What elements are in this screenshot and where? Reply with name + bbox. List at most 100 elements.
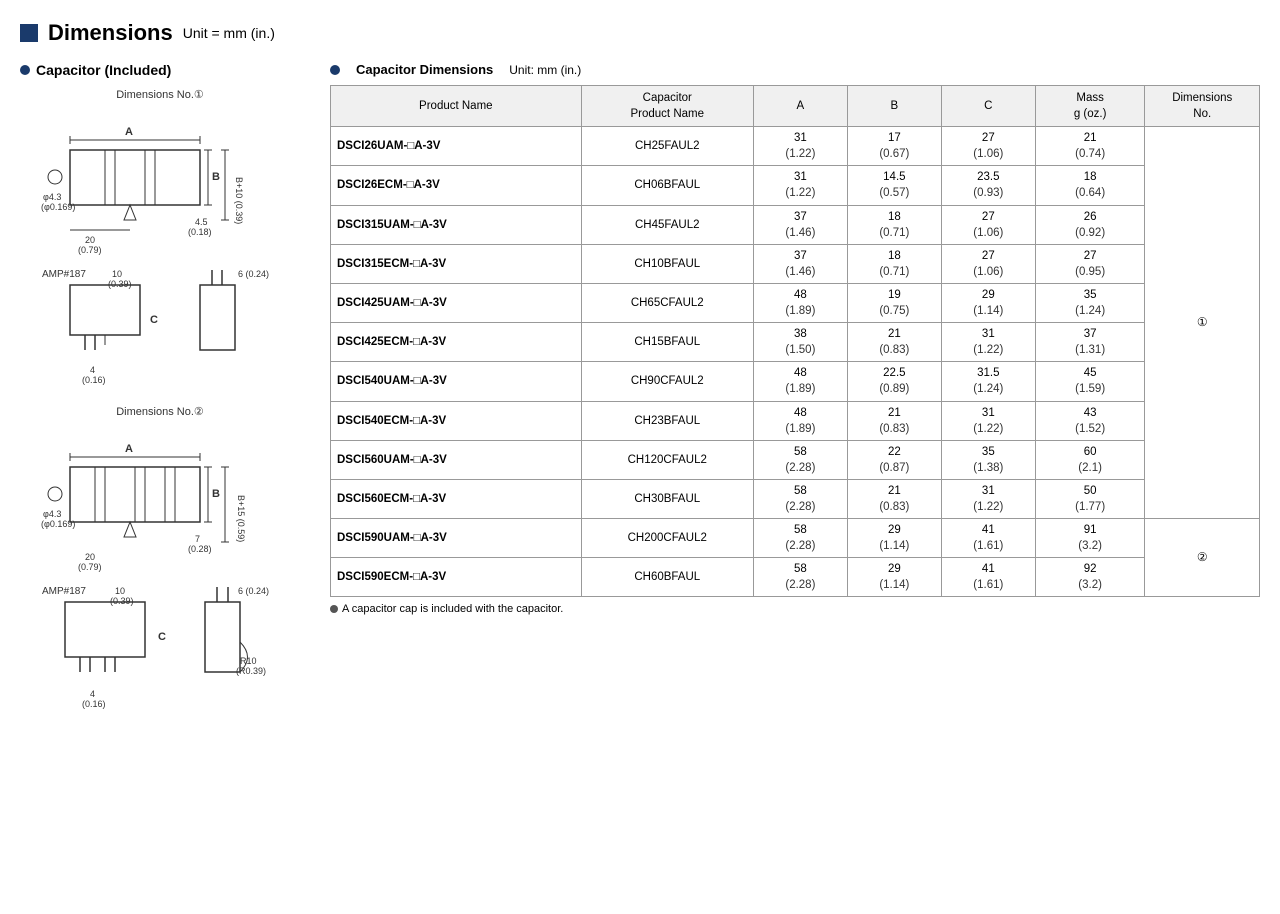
- diagram-group-2: Dimensions No.② φ4.3 (φ0.169: [20, 405, 300, 712]
- cell-product-name: DSCI560ECM-□A-3V: [331, 479, 582, 518]
- cell-c: 31(1.22): [941, 323, 1035, 362]
- cell-cap-product-name: CH23BFAUL: [581, 401, 753, 440]
- svg-text:6 (0.24): 6 (0.24): [238, 586, 269, 596]
- cell-product-name: DSCI540ECM-□A-3V: [331, 401, 582, 440]
- cell-mass: 35(1.24): [1035, 283, 1145, 322]
- cell-mass: 37(1.31): [1035, 323, 1145, 362]
- footnote-circle-icon: [330, 605, 338, 613]
- diagram-2b-svg: AMP#187 R10 (R0.39) 10: [40, 582, 280, 712]
- svg-text:B: B: [212, 171, 220, 183]
- table-row: DSCI560UAM-□A-3VCH120CFAUL258(2.28)22(0.…: [331, 440, 1260, 479]
- table-row: DSCI540ECM-□A-3VCH23BFAUL48(1.89)21(0.83…: [331, 401, 1260, 440]
- cell-cap-product-name: CH90CFAUL2: [581, 362, 753, 401]
- svg-text:C: C: [158, 631, 166, 643]
- cell-b: 14.5(0.57): [847, 166, 941, 205]
- svg-text:φ4.3: φ4.3: [43, 509, 61, 519]
- diagram-group-1: Dimensions No.① φ4.3 (φ0.169): [20, 88, 300, 385]
- cell-b: 21(0.83): [847, 323, 941, 362]
- left-panel: Capacitor (Included) Dimensions No.①: [20, 62, 300, 732]
- svg-text:(R0.39): (R0.39): [236, 666, 266, 676]
- table-row: DSCI540UAM-□A-3VCH90CFAUL248(1.89)22.5(0…: [331, 362, 1260, 401]
- cell-a: 58(2.28): [753, 440, 847, 479]
- table-row: DSCI26ECM-□A-3VCH06BFAUL31(1.22)14.5(0.5…: [331, 166, 1260, 205]
- cell-product-name: DSCI425UAM-□A-3V: [331, 283, 582, 322]
- svg-text:(0.16): (0.16): [82, 375, 106, 385]
- cell-a: 48(1.89): [753, 283, 847, 322]
- th-c: C: [941, 86, 1035, 127]
- cell-mass: 43(1.52): [1035, 401, 1145, 440]
- cell-c: 29(1.14): [941, 283, 1035, 322]
- cell-product-name: DSCI560UAM-□A-3V: [331, 440, 582, 479]
- bullet-circle-icon: [20, 65, 30, 75]
- cell-c: 31.5(1.24): [941, 362, 1035, 401]
- cell-mass: 27(0.95): [1035, 244, 1145, 283]
- table-row: DSCI26UAM-□A-3VCH25FAUL231(1.22)17(0.67)…: [331, 127, 1260, 166]
- cell-cap-product-name: CH65CFAUL2: [581, 283, 753, 322]
- cap-dims-title: Capacitor Dimensions: [356, 62, 493, 77]
- cap-dims-unit: Unit: mm (in.): [509, 63, 581, 77]
- cell-cap-product-name: CH10BFAUL: [581, 244, 753, 283]
- cell-mass: 50(1.77): [1035, 479, 1145, 518]
- cell-mass: 26(0.92): [1035, 205, 1145, 244]
- th-dim-no: DimensionsNo.: [1145, 86, 1260, 127]
- svg-text:7: 7: [195, 534, 200, 544]
- cell-a: 37(1.46): [753, 205, 847, 244]
- cell-mass: 45(1.59): [1035, 362, 1145, 401]
- footnote-text: A capacitor cap is included with the cap…: [342, 603, 563, 615]
- cell-mass: 92(3.2): [1035, 558, 1145, 597]
- cell-b: 22.5(0.89): [847, 362, 941, 401]
- svg-text:(φ0.169): (φ0.169): [41, 519, 75, 529]
- cell-a: 37(1.46): [753, 244, 847, 283]
- cell-dim-no: ②: [1145, 519, 1260, 597]
- svg-text:B: B: [212, 488, 220, 500]
- cell-mass: 18(0.64): [1035, 166, 1145, 205]
- cell-b: 19(0.75): [847, 283, 941, 322]
- cell-b: 18(0.71): [847, 244, 941, 283]
- cell-b: 17(0.67): [847, 127, 941, 166]
- cell-c: 35(1.38): [941, 440, 1035, 479]
- cap-dims-header: Capacitor Dimensions Unit: mm (in.): [330, 62, 1260, 77]
- cell-cap-product-name: CH200CFAUL2: [581, 519, 753, 558]
- svg-text:A: A: [125, 126, 133, 138]
- svg-text:φ4.3: φ4.3: [43, 192, 61, 202]
- table-header-row: Product Name CapacitorProduct Name A B C…: [331, 86, 1260, 127]
- left-section-title: Capacitor (Included): [36, 62, 171, 78]
- cell-b: 18(0.71): [847, 205, 941, 244]
- cell-a: 31(1.22): [753, 127, 847, 166]
- cell-cap-product-name: CH15BFAUL: [581, 323, 753, 362]
- table-row: DSCI560ECM-□A-3VCH30BFAUL58(2.28)21(0.83…: [331, 479, 1260, 518]
- cell-cap-product-name: CH45FAUL2: [581, 205, 753, 244]
- cell-product-name: DSCI590ECM-□A-3V: [331, 558, 582, 597]
- left-section-header: Capacitor (Included): [20, 62, 300, 78]
- svg-text:AMP#187: AMP#187: [42, 586, 86, 597]
- dim-no-2-label: Dimensions No.②: [20, 405, 300, 418]
- cell-product-name: DSCI315UAM-□A-3V: [331, 205, 582, 244]
- cell-a: 58(2.28): [753, 519, 847, 558]
- cell-c: 23.5(0.93): [941, 166, 1035, 205]
- table-row: DSCI425ECM-□A-3VCH15BFAUL38(1.50)21(0.83…: [331, 323, 1260, 362]
- page-wrapper: Dimensions Unit = mm (in.) Capacitor (In…: [20, 20, 1260, 732]
- cell-cap-product-name: CH60BFAUL: [581, 558, 753, 597]
- cell-b: 29(1.14): [847, 558, 941, 597]
- th-a: A: [753, 86, 847, 127]
- cell-b: 21(0.83): [847, 479, 941, 518]
- svg-text:10: 10: [112, 269, 122, 279]
- cap-dims-bullet-icon: [330, 65, 340, 75]
- page-title: Dimensions: [48, 20, 173, 46]
- cell-dim-no: ①: [1145, 127, 1260, 519]
- cell-cap-product-name: CH30BFAUL: [581, 479, 753, 518]
- cell-c: 27(1.06): [941, 127, 1035, 166]
- table-row: DSCI315UAM-□A-3VCH45FAUL237(1.46)18(0.71…: [331, 205, 1260, 244]
- svg-text:C: C: [150, 314, 158, 326]
- cell-c: 27(1.06): [941, 205, 1035, 244]
- cell-c: 41(1.61): [941, 519, 1035, 558]
- svg-text:(0.18): (0.18): [188, 227, 212, 237]
- table-row: DSCI590ECM-□A-3VCH60BFAUL58(2.28)29(1.14…: [331, 558, 1260, 597]
- dimensions-table: Product Name CapacitorProduct Name A B C…: [330, 85, 1260, 597]
- cell-a: 58(2.28): [753, 479, 847, 518]
- cell-product-name: DSCI315ECM-□A-3V: [331, 244, 582, 283]
- th-mass: Massg (oz.): [1035, 86, 1145, 127]
- svg-text:4: 4: [90, 689, 95, 699]
- cell-c: 31(1.22): [941, 401, 1035, 440]
- dim-no-1-label: Dimensions No.①: [20, 88, 300, 101]
